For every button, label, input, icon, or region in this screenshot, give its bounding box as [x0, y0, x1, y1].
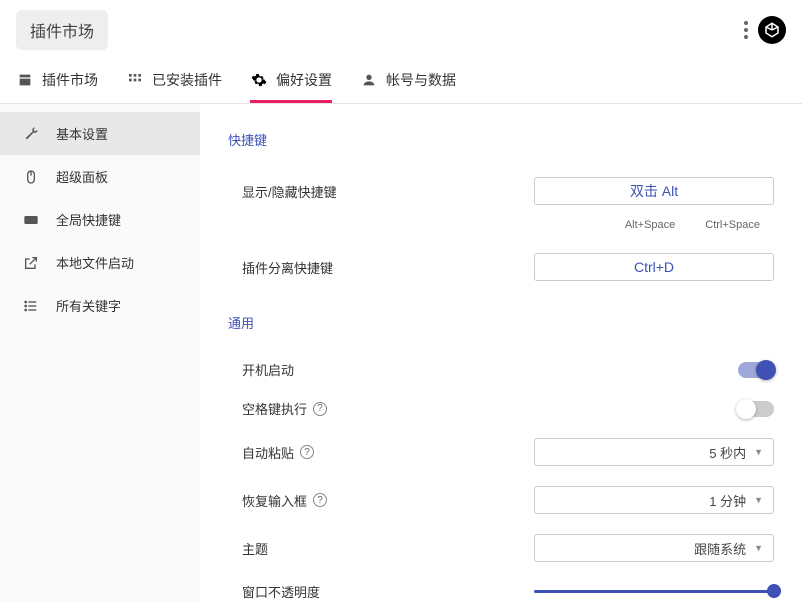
tab-label: 插件市场	[42, 70, 98, 90]
tab-label: 帐号与数据	[386, 70, 456, 90]
sidebar-item-label: 所有关键字	[56, 296, 121, 315]
launch-icon	[22, 254, 40, 272]
sidebar-item-keywords[interactable]: 所有关键字	[0, 284, 200, 327]
tab-market[interactable]: 插件市场	[16, 60, 98, 103]
space-toggle[interactable]	[738, 401, 774, 417]
opacity-label: 窗口不透明度	[242, 582, 320, 601]
detach-label: 插件分离快捷键	[242, 258, 333, 277]
sidebar-item-panel[interactable]: 超级面板	[0, 155, 200, 198]
keyboard-icon	[22, 211, 40, 229]
chevron-down-icon: ▼	[754, 495, 763, 505]
sidebar: 基本设置 超级面板 全局快捷键 本地文件启动 所有关键字	[0, 104, 200, 602]
tab-preferences[interactable]: 偏好设置	[250, 60, 332, 103]
tab-label: 已安装插件	[152, 70, 222, 90]
search-pill[interactable]: 插件市场	[16, 10, 108, 50]
app-logo[interactable]	[758, 16, 786, 44]
hint-ctrl-space[interactable]: Ctrl+Space	[705, 219, 760, 231]
space-label: 空格键执行 ?	[242, 399, 327, 418]
restore-select[interactable]: 1 分钟▼	[534, 486, 774, 514]
help-icon[interactable]: ?	[313, 402, 327, 416]
boot-label: 开机启动	[242, 360, 294, 379]
show-hide-hotkey-button[interactable]: 双击 Alt	[534, 177, 774, 205]
user-icon	[360, 71, 378, 89]
chevron-down-icon: ▼	[754, 447, 763, 457]
help-icon[interactable]: ?	[300, 445, 314, 459]
section-title-shortcut: 快捷键	[228, 130, 774, 149]
sidebar-item-localfile[interactable]: 本地文件启动	[0, 241, 200, 284]
sidebar-item-label: 基本设置	[56, 124, 108, 143]
store-icon	[16, 71, 34, 89]
boot-toggle[interactable]	[738, 362, 774, 378]
help-icon[interactable]: ?	[313, 493, 327, 507]
wrench-icon	[22, 125, 40, 143]
mouse-icon	[22, 168, 40, 186]
theme-label: 主题	[242, 539, 268, 558]
detach-hotkey-button[interactable]: Ctrl+D	[534, 253, 774, 281]
tab-installed[interactable]: 已安装插件	[126, 60, 222, 103]
autopaste-select[interactable]: 5 秒内▼	[534, 438, 774, 466]
section-title-general: 通用	[228, 313, 774, 332]
content-panel: 快捷键 显示/隐藏快捷键 双击 Alt Alt+Space Ctrl+Space…	[200, 104, 802, 602]
sidebar-item-label: 全局快捷键	[56, 210, 121, 229]
list-icon	[22, 297, 40, 315]
sidebar-item-basic[interactable]: 基本设置	[0, 112, 200, 155]
hint-alt-space[interactable]: Alt+Space	[625, 219, 675, 231]
theme-select[interactable]: 跟随系统▼	[534, 534, 774, 562]
grid-icon	[126, 71, 144, 89]
restore-label: 恢复输入框 ?	[242, 491, 327, 510]
menu-dots-icon[interactable]	[744, 21, 748, 39]
autopaste-label: 自动粘贴 ?	[242, 443, 314, 462]
sidebar-item-hotkey[interactable]: 全局快捷键	[0, 198, 200, 241]
chevron-down-icon: ▼	[754, 543, 763, 553]
sidebar-item-label: 本地文件启动	[56, 253, 134, 272]
gear-icon	[250, 71, 268, 89]
opacity-slider[interactable]	[534, 590, 774, 593]
tab-account[interactable]: 帐号与数据	[360, 60, 456, 103]
show-hide-label: 显示/隐藏快捷键	[242, 182, 337, 201]
sidebar-item-label: 超级面板	[56, 167, 108, 186]
tab-label: 偏好设置	[276, 70, 332, 90]
